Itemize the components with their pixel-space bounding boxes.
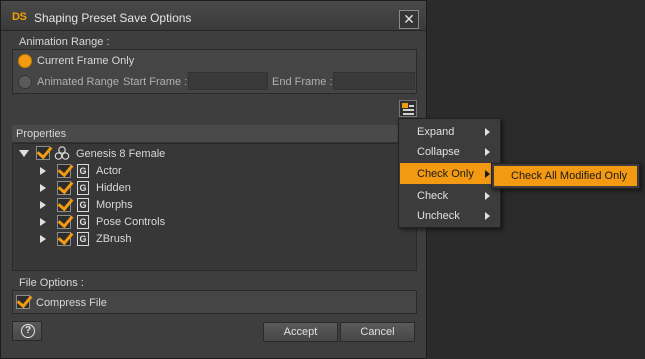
figure-icon (54, 146, 70, 160)
ds-logo: DS (12, 11, 27, 23)
expand-arrow-icon[interactable] (40, 184, 46, 192)
genesis-8-female-label: Genesis 8 Female (76, 148, 166, 160)
properties-header-label: Properties (16, 128, 67, 140)
tree-item-label: ZBrush (96, 233, 132, 245)
menu-item-label: Uncheck (417, 210, 460, 222)
submenu-item-check-all-modified-only[interactable]: Check All Modified Only (494, 166, 637, 186)
start-frame-label: Start Frame : (123, 76, 188, 88)
genesis-8-female-checkbox[interactable] (36, 146, 50, 160)
group-node-icon: G (77, 198, 89, 212)
end-frame-label: End Frame : (272, 76, 333, 88)
accept-button[interactable]: Accept (263, 322, 338, 342)
group-node-icon: G (77, 215, 89, 229)
animated-range-label: Animated Range (37, 76, 119, 88)
dialog-title: Shaping Preset Save Options (34, 11, 192, 25)
menu-item-check-only[interactable]: Check Only (400, 163, 499, 184)
group-node-icon: G (77, 164, 89, 178)
menu-item-collapse[interactable]: Collapse (400, 141, 499, 162)
submenu-arrow-icon (485, 128, 490, 136)
submenu-arrow-icon (485, 148, 490, 156)
submenu-item-label: Check All Modified Only (511, 170, 628, 182)
submenu-arrow-icon (485, 192, 490, 200)
properties-header: Properties (12, 125, 417, 143)
tree-context-menu: Expand Collapse Check Only Check Uncheck (398, 118, 501, 228)
title-bar: DS Shaping Preset Save Options ✕ (1, 1, 426, 31)
tree-item-label: Hidden (96, 182, 131, 194)
help-icon: ? (21, 324, 35, 338)
expand-arrow-icon[interactable] (40, 235, 46, 243)
menu-item-expand[interactable]: Expand (400, 121, 499, 142)
menu-item-label: Collapse (417, 146, 460, 158)
tree-item-label: Pose Controls (96, 216, 166, 228)
check-only-submenu: Check All Modified Only (491, 163, 640, 189)
expand-arrow-icon[interactable] (40, 218, 46, 226)
current-frame-only-radio[interactable] (18, 54, 32, 68)
submenu-arrow-icon (485, 212, 490, 220)
cancel-button[interactable]: Cancel (340, 322, 415, 342)
tree-item-label: Actor (96, 165, 122, 177)
morphs-checkbox[interactable] (57, 198, 71, 212)
group-node-icon: G (77, 232, 89, 246)
file-options-label: File Options : (19, 277, 84, 289)
tree-item-label: Morphs (96, 199, 133, 211)
menu-item-label: Check Only (417, 168, 474, 180)
close-icon: ✕ (403, 11, 415, 27)
current-frame-only-label: Current Frame Only (37, 55, 135, 67)
compress-file-checkbox[interactable] (16, 295, 30, 309)
submenu-arrow-icon (485, 170, 490, 178)
animation-range-label: Animation Range : (19, 36, 110, 48)
start-frame-field[interactable] (188, 72, 268, 90)
end-frame-field[interactable] (333, 72, 415, 90)
expand-arrow-icon[interactable] (19, 150, 29, 157)
help-button[interactable]: ? (12, 321, 42, 341)
tree-options-button[interactable] (399, 100, 417, 117)
compress-file-label: Compress File (36, 297, 107, 309)
hidden-checkbox[interactable] (57, 181, 71, 195)
pose-controls-checkbox[interactable] (57, 215, 71, 229)
close-button[interactable]: ✕ (399, 10, 419, 29)
menu-item-label: Expand (417, 126, 455, 138)
group-node-icon: G (77, 181, 89, 195)
zbrush-checkbox[interactable] (57, 232, 71, 246)
shaping-preset-save-options-dialog: DS Shaping Preset Save Options ✕ Animati… (0, 0, 427, 359)
properties-tree (12, 143, 417, 271)
menu-item-uncheck[interactable]: Uncheck (400, 205, 499, 226)
menu-item-label: Check (417, 190, 449, 202)
menu-item-check[interactable]: Check (400, 185, 499, 206)
expand-arrow-icon[interactable] (40, 201, 46, 209)
actor-checkbox[interactable] (57, 164, 71, 178)
expand-arrow-icon[interactable] (40, 167, 46, 175)
animated-range-radio[interactable] (18, 75, 32, 89)
